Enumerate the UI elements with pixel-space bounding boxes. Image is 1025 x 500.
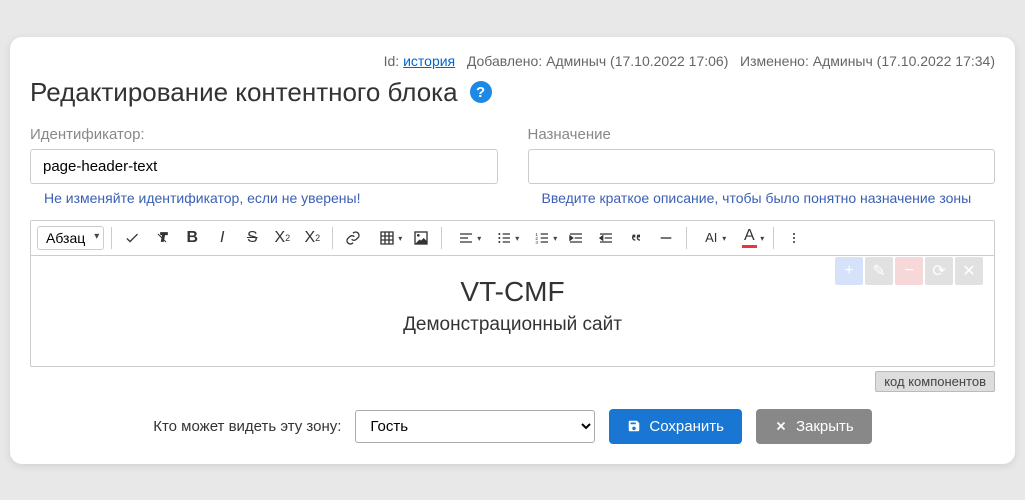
- visibility-select[interactable]: Гость: [355, 410, 595, 443]
- outdent-icon[interactable]: [593, 225, 619, 251]
- rich-text-editor: Абзац ▾ B I S X2 X2 ▾ ▾ ▾ 123▾ AI: [30, 220, 995, 367]
- bold-icon[interactable]: B: [179, 225, 205, 251]
- footer-row: Кто может видеть эту зону: Гость Сохрани…: [30, 409, 995, 444]
- table-icon[interactable]: ▾: [370, 225, 404, 251]
- indent-icon[interactable]: [563, 225, 589, 251]
- edit-content-block-dialog: Id: история Добавлено: Админыч (17.10.20…: [10, 37, 1015, 464]
- image-icon[interactable]: [408, 225, 434, 251]
- purpose-label: Назначение: [528, 126, 996, 143]
- help-icon[interactable]: ?: [470, 81, 492, 103]
- ordered-list-icon[interactable]: 123▾: [525, 225, 559, 251]
- purpose-group: Назначение Введите краткое описание, что…: [528, 126, 996, 206]
- save-icon: [627, 419, 641, 433]
- side-color-tabs: + ✎ − ⟳ ✕: [835, 257, 983, 285]
- align-icon[interactable]: ▾: [449, 225, 483, 251]
- purpose-input[interactable]: [528, 149, 996, 184]
- link-icon[interactable]: [340, 225, 366, 251]
- font-family-icon[interactable]: AI▾: [694, 225, 728, 251]
- subscript-icon[interactable]: X2: [299, 225, 325, 251]
- font-color-icon[interactable]: A▾: [732, 225, 766, 251]
- page-title: Редактирование контентного блока: [30, 77, 458, 108]
- id-label: Id:: [384, 53, 400, 69]
- history-link[interactable]: история: [403, 53, 455, 69]
- more-icon[interactable]: [781, 225, 807, 251]
- save-button[interactable]: Сохранить: [609, 409, 742, 444]
- purpose-hint: Введите краткое описание, чтобы было пон…: [528, 190, 996, 206]
- component-code-button[interactable]: код компонентов: [875, 371, 995, 392]
- check-icon[interactable]: [119, 225, 145, 251]
- changed-value: Админыч (17.10.2022 17:34): [813, 53, 995, 69]
- clear-format-icon[interactable]: [149, 225, 175, 251]
- tab-remove-icon[interactable]: −: [895, 257, 923, 285]
- italic-icon[interactable]: I: [209, 225, 235, 251]
- editor-toolbar: Абзац ▾ B I S X2 X2 ▾ ▾ ▾ 123▾ AI: [31, 221, 994, 256]
- tab-refresh-icon[interactable]: ⟳: [925, 257, 953, 285]
- identifier-hint: Не изменяйте идентификатор, если не увер…: [30, 190, 498, 206]
- tab-close-icon[interactable]: ✕: [955, 257, 983, 285]
- added-label: Добавлено:: [467, 53, 542, 69]
- strikethrough-icon[interactable]: S: [239, 225, 265, 251]
- superscript-icon[interactable]: X2: [269, 225, 295, 251]
- changed-label: Изменено:: [740, 53, 809, 69]
- identifier-label: Идентификатор:: [30, 126, 498, 143]
- chevron-down-icon: ▾: [94, 231, 99, 242]
- added-value: Админыч (17.10.2022 17:06): [546, 53, 728, 69]
- format-select[interactable]: Абзац ▾: [37, 226, 104, 250]
- meta-row: Id: история Добавлено: Админыч (17.10.20…: [30, 53, 995, 69]
- identifier-group: Идентификатор: Не изменяйте идентификато…: [30, 126, 498, 206]
- content-subline: Демонстрационный сайт: [51, 314, 974, 336]
- bullet-list-icon[interactable]: ▾: [487, 225, 521, 251]
- quote-icon[interactable]: [623, 225, 649, 251]
- identifier-input[interactable]: [30, 149, 498, 184]
- visibility-label: Кто может видеть эту зону:: [153, 418, 341, 435]
- close-button[interactable]: Закрыть: [756, 409, 872, 444]
- hr-icon[interactable]: [653, 225, 679, 251]
- tab-add-icon[interactable]: +: [835, 257, 863, 285]
- tab-edit-icon[interactable]: ✎: [865, 257, 893, 285]
- close-icon: [774, 419, 788, 433]
- svg-text:3: 3: [536, 240, 539, 245]
